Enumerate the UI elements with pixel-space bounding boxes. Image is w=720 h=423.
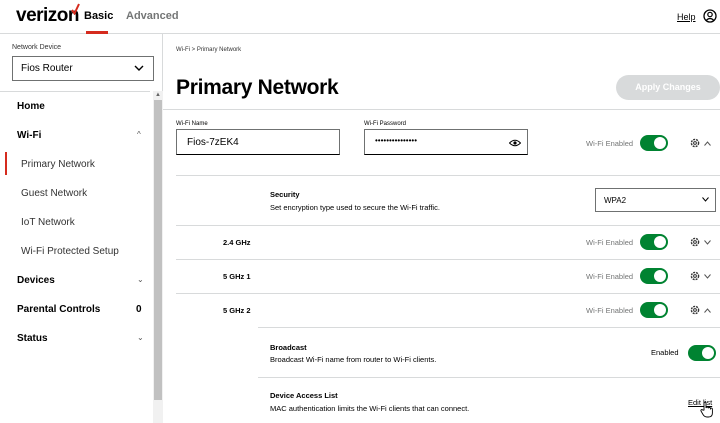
band-label-2-4ghz: 2.4 GHz: [223, 238, 251, 247]
wifi-name-input[interactable]: Fios-7zEK4: [176, 129, 340, 155]
sidebar-item-wps[interactable]: Wi-Fi Protected Setup: [21, 246, 119, 257]
chevron-down-icon[interactable]: ⌄: [137, 333, 144, 342]
toggle-knob: [654, 137, 666, 149]
band-status-2-4ghz: Wi-Fi Enabled: [586, 238, 634, 247]
chevron-up-icon[interactable]: ^: [137, 130, 141, 139]
row-divider: [176, 225, 720, 226]
section-divider: [176, 175, 720, 176]
user-icon[interactable]: [703, 9, 717, 23]
wifi-enabled-label: Wi-Fi Enabled: [586, 139, 634, 148]
active-nav-indicator: [5, 152, 7, 175]
row-divider: [176, 293, 720, 294]
row-divider: [258, 327, 720, 328]
broadcast-toggle[interactable]: [688, 345, 716, 361]
breadcrumb: Wi-Fi > Primary Network: [176, 47, 242, 53]
sidebar-item-devices[interactable]: Devices: [17, 275, 55, 286]
gear-icon[interactable]: [689, 304, 701, 316]
toggle-knob: [654, 236, 666, 248]
parental-controls-count: 0: [136, 304, 142, 315]
apply-changes-button[interactable]: Apply Changes: [616, 75, 720, 100]
tab-advanced[interactable]: Advanced: [126, 10, 179, 22]
security-select-value: WPA2: [604, 196, 627, 205]
tab-basic[interactable]: Basic: [84, 10, 113, 22]
sidebar-item-primary-network[interactable]: Primary Network: [21, 159, 95, 170]
access-list-desc: MAC authentication limits the Wi-Fi clie…: [270, 404, 470, 413]
sidebar-item-home[interactable]: Home: [17, 101, 45, 112]
chevron-down-icon: [702, 197, 709, 202]
network-device-select[interactable]: Fios Router: [12, 56, 154, 81]
top-bar: verizon Basic Advanced Help: [0, 0, 720, 34]
security-select[interactable]: WPA2: [595, 188, 716, 212]
band-toggle-2-4ghz[interactable]: [640, 234, 668, 250]
chevron-down-icon[interactable]: [704, 240, 711, 245]
sidebar-scroll-thumb[interactable]: [154, 100, 162, 400]
broadcast-desc: Broadcast Wi-Fi name from router to Wi-F…: [270, 355, 437, 364]
check-icon: [71, 3, 80, 15]
wifi-password-label: Wi-Fi Password: [364, 121, 407, 127]
sidebar-item-wifi[interactable]: Wi-Fi: [17, 130, 41, 141]
row-divider: [176, 259, 720, 260]
chevron-up-icon[interactable]: [704, 308, 711, 313]
wifi-password-value: •••••••••••••••: [375, 136, 418, 145]
row-divider: [258, 377, 720, 378]
band-toggle-5ghz-2[interactable]: [640, 302, 668, 318]
sidebar: Network Device Fios Router ▲ Home Wi-Fi …: [0, 34, 163, 423]
page-title: Primary Network: [176, 76, 339, 99]
broadcast-status: Enabled: [651, 348, 679, 357]
verizon-logo[interactable]: verizon: [16, 3, 80, 27]
logo-text: verizon: [16, 5, 80, 26]
title-divider: [163, 109, 720, 110]
wifi-enabled-toggle[interactable]: [640, 135, 668, 151]
scroll-up-arrow-icon[interactable]: ▲: [155, 92, 161, 98]
security-desc: Set encryption type used to secure the W…: [270, 203, 440, 212]
hand-cursor-icon: [700, 401, 713, 418]
band-toggle-5ghz-1[interactable]: [640, 268, 668, 284]
gear-icon[interactable]: [689, 270, 701, 282]
band-label-5ghz-2: 5 GHz 2: [223, 306, 251, 315]
gear-icon[interactable]: [689, 236, 701, 248]
chevron-down-icon: [134, 65, 144, 71]
sidebar-item-guest-network[interactable]: Guest Network: [21, 188, 87, 199]
wifi-name-label: Wi-Fi Name: [176, 121, 208, 127]
broadcast-title: Broadcast: [270, 343, 307, 352]
band-status-5ghz-1: Wi-Fi Enabled: [586, 272, 634, 281]
toggle-knob: [654, 270, 666, 282]
security-title: Security: [270, 190, 300, 199]
nav-divider: [0, 91, 150, 92]
access-list-title: Device Access List: [270, 391, 338, 400]
sidebar-item-parental-controls[interactable]: Parental Controls: [17, 304, 100, 315]
chevron-down-icon[interactable]: ⌄: [137, 275, 144, 284]
device-select-value: Fios Router: [21, 63, 73, 74]
toggle-knob: [702, 347, 714, 359]
help-link[interactable]: Help: [677, 12, 696, 22]
wifi-name-value: Fios-7zEK4: [187, 137, 239, 148]
gear-icon[interactable]: [689, 137, 701, 149]
sidebar-item-iot-network[interactable]: IoT Network: [21, 217, 75, 228]
eye-icon[interactable]: [509, 139, 521, 147]
band-status-5ghz-2: Wi-Fi Enabled: [586, 306, 634, 315]
chevron-down-icon[interactable]: [704, 274, 711, 279]
chevron-up-icon[interactable]: [704, 141, 711, 146]
wifi-password-input[interactable]: •••••••••••••••: [364, 129, 528, 155]
network-device-label: Network Device: [12, 44, 62, 51]
band-label-5ghz-1: 5 GHz 1: [223, 272, 251, 281]
toggle-knob: [654, 304, 666, 316]
sidebar-item-status[interactable]: Status: [17, 333, 48, 344]
